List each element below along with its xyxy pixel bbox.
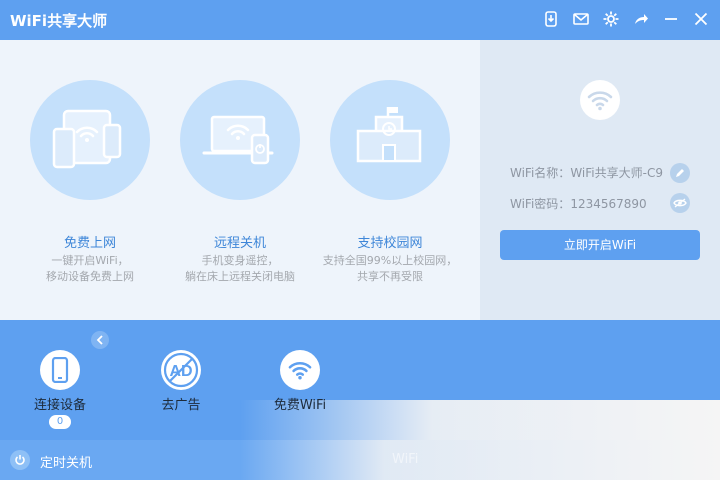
tool-remove-ads[interactable]: AD 去广告 [131,350,231,413]
feature-desc-line2: 躺在床上远程关闭电脑 [185,270,295,283]
feature-desc: 一键开启WiFi， 移动设备免费上网 [15,253,165,285]
close-icon[interactable] [690,8,712,30]
phone-icon [40,350,80,390]
app-title: WiFi共享大师 [10,12,108,30]
features-area: 免费上网 一键开启WiFi， 移动设备免费上网 远程关机 手机变身遥控， 躺在床… [0,40,480,320]
status-bar: 定时关机 WiFi [0,440,720,480]
app-window: WiFi共享大师 免费上网 一键开启WiFi， 移动设备免费上网 远程关机 手机… [0,0,720,480]
tool-label: 免费WiFi [273,398,327,413]
status-faint-text: WiFi [392,452,419,467]
no-ad-icon: AD [161,350,201,390]
password-row: WiFi密码：1234567890 [510,195,647,212]
feature-campus-network[interactable]: 支持校园网 支持全国99%以上校园网， 共享不再受限 [315,40,465,320]
wifi-icon [580,80,620,120]
tool-label: 连接设备 [33,398,86,413]
school-icon [330,80,450,200]
password-label: WiFi密码： [510,197,571,211]
ssid-value: WiFi共享大师-C9 [570,166,663,180]
window-controls [540,8,712,30]
share-icon[interactable] [630,8,652,30]
feature-desc-line1: 手机变身遥控， [201,254,279,267]
laptop-phone-icon [180,80,300,200]
title-bar: WiFi共享大师 [0,0,720,40]
feature-desc: 手机变身遥控， 躺在床上远程关闭电脑 [165,253,315,285]
tool-label: 去广告 [161,398,201,413]
open-wifi-button[interactable]: 立即开启WiFi [500,230,700,260]
feature-title: 远程关机 [213,236,266,251]
minimize-icon[interactable] [660,8,682,30]
feature-remote-shutdown[interactable]: 远程关机 手机变身遥控， 躺在床上远程关闭电脑 [165,40,315,320]
device-count-badge: 0 [49,415,71,429]
gear-icon[interactable] [600,8,622,30]
wifi-icon [280,350,320,390]
status-fade [240,440,720,480]
chevron-left-icon[interactable] [91,331,109,349]
eye-icon[interactable] [670,193,690,213]
download-icon[interactable] [540,8,562,30]
tool-free-wifi[interactable]: 免费WiFi [250,350,350,413]
feature-desc: 支持全国99%以上校园网， 共享不再受限 [315,253,465,285]
ssid-row: WiFi名称：WiFi共享大师-C9 [510,164,663,181]
feature-desc-line1: 一键开启WiFi， [51,254,129,267]
feature-free-internet[interactable]: 免费上网 一键开启WiFi， 移动设备免费上网 [15,40,165,320]
tool-connected-devices[interactable]: 连接设备 [10,350,110,413]
devices-icon [30,80,150,200]
ssid-label: WiFi名称： [510,166,571,180]
password-value: 1234567890 [570,197,647,211]
feature-desc-line2: 移动设备免费上网 [46,270,134,283]
feature-title: 支持校园网 [357,236,423,251]
edit-icon[interactable] [670,163,690,183]
feature-desc-line1: 支持全国99%以上校园网， [322,254,458,267]
feature-desc-line2: 共享不再受限 [357,270,423,283]
feature-title: 免费上网 [63,236,116,251]
wifi-panel: WiFi名称：WiFi共享大师-C9 WiFi密码：1234567890 立即开… [480,40,720,320]
power-icon[interactable] [10,450,30,470]
timer-shutdown-label[interactable]: 定时关机 [40,452,92,471]
mail-icon[interactable] [570,8,592,30]
